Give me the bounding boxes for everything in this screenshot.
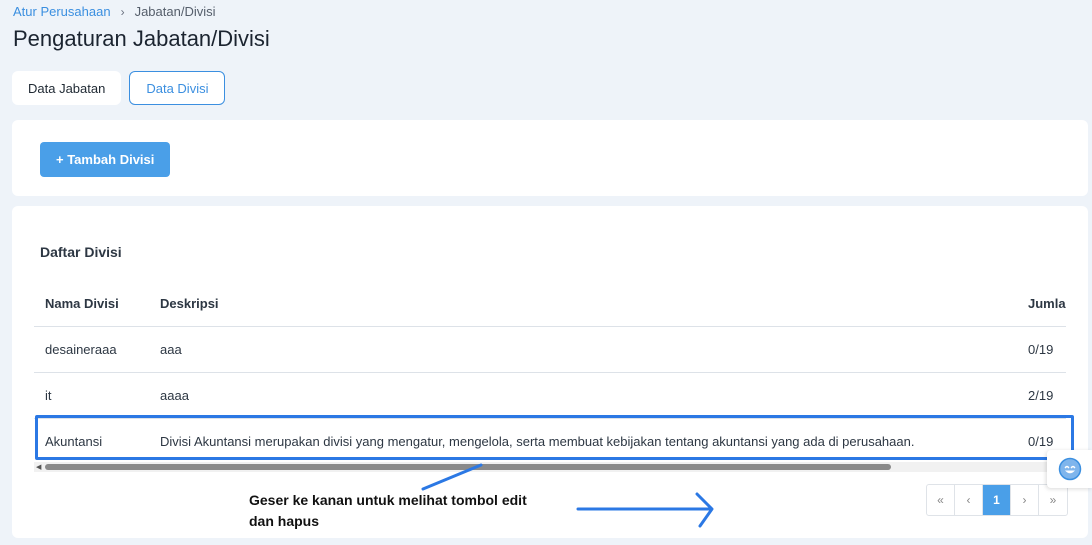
page-title: Pengaturan Jabatan/Divisi [13,26,270,51]
pagination-next-button[interactable]: › [1011,485,1039,515]
tab-data-jabatan[interactable]: Data Jabatan [12,71,122,105]
table-header-row: Nama Divisi Deskripsi Jumla [34,282,1066,327]
cell-nama-divisi: desaineraaa [34,326,160,373]
cell-nama-divisi: it [34,372,160,419]
pagination-page-1[interactable]: 1 [983,485,1011,515]
tab-data-divisi[interactable]: Data Divisi [129,71,226,105]
table-row: it aaaa 2/19 [34,372,1066,419]
cell-jumlah: 0/19 [1028,326,1066,373]
cell-nama-divisi: Akuntansi [34,418,160,450]
annotation-line-1: Geser ke kanan untuk melihat tombol edit [249,492,527,508]
annotation-text: Geser ke kanan untuk melihat tombol edit… [249,490,569,532]
table-row: Akuntansi Divisi Akuntansi merupakan div… [34,418,1066,450]
column-header-nama-divisi: Nama Divisi [34,282,160,327]
column-header-jumlah: Jumla [1028,282,1066,327]
breadcrumb: Atur Perusahaan › Jabatan/Divisi [13,4,216,19]
action-card: + Tambah Divisi [12,120,1088,196]
cell-deskripsi: aaa [160,326,1028,373]
annotation-line-2: dan hapus [249,513,320,529]
pagination-last-button[interactable]: » [1039,485,1067,515]
division-table: Nama Divisi Deskripsi Jumla desaineraaa … [34,282,1066,450]
pagination: « ‹ 1 › » [926,484,1068,516]
section-title: Daftar Divisi [40,244,122,260]
table-row: desaineraaa aaa 0/19 [34,326,1066,373]
smiley-face-icon [1058,457,1081,481]
pagination-first-button[interactable]: « [927,485,955,515]
pagination-prev-button[interactable]: ‹ [955,485,983,515]
scrollbar-thumb[interactable] [45,464,891,470]
cell-deskripsi: aaaa [160,372,1028,419]
breadcrumb-current: Jabatan/Divisi [134,4,216,19]
table-scroll-container[interactable]: Nama Divisi Deskripsi Jumla desaineraaa … [34,282,1066,450]
column-header-deskripsi: Deskripsi [160,282,1028,327]
add-division-button[interactable]: + Tambah Divisi [40,142,171,177]
chevron-right-icon: › [120,4,125,19]
feedback-widget[interactable] [1047,450,1092,488]
breadcrumb-link-atur-perusahaan[interactable]: Atur Perusahaan [13,4,111,19]
cell-deskripsi: Divisi Akuntansi merupakan divisi yang m… [160,418,1028,450]
cell-jumlah: 2/19 [1028,372,1066,419]
tab-bar: Data Jabatan Data Divisi [12,71,226,105]
cell-jumlah: 0/19 [1028,418,1066,450]
horizontal-scrollbar[interactable]: ◀ [34,462,1066,472]
scroll-left-arrow-icon[interactable]: ◀ [36,463,41,471]
